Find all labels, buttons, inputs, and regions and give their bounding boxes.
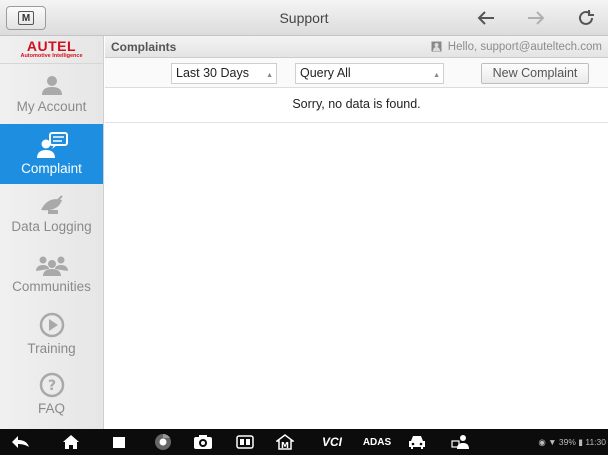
empty-state-message: Sorry, no data is found.: [105, 88, 608, 123]
sidebar-item-my-account[interactable]: My Account: [0, 64, 103, 124]
vehicle-icon[interactable]: [404, 429, 430, 455]
main-panel: Complaints Hello, support@auteltech.com …: [105, 36, 608, 429]
autel-home-icon[interactable]: M: [272, 429, 298, 455]
section-header: Complaints Hello, support@auteltech.com: [105, 36, 608, 58]
sidebar-item-label: Complaint: [21, 161, 82, 176]
sidebar-item-label: Data Logging: [11, 219, 92, 234]
forward-arrow-icon[interactable]: [524, 6, 548, 30]
play-icon: [39, 312, 64, 338]
question-icon: ?: [39, 372, 64, 398]
vci-manager-icon[interactable]: [232, 429, 258, 455]
recent-apps-icon[interactable]: [106, 429, 132, 455]
title-bar: M Support: [0, 0, 608, 36]
system-taskbar: M VCI ADAS ◉ ▼ 39% ▮ 11:30: [0, 429, 608, 455]
chrome-browser-icon[interactable]: [150, 429, 176, 455]
dropdown-caret-icon: ▲: [433, 72, 440, 79]
sidebar-item-label: Training: [27, 341, 76, 356]
sidebar-item-complaint[interactable]: Complaint: [0, 124, 103, 184]
vci-icon[interactable]: VCI: [312, 429, 352, 455]
query-select[interactable]: Query All ▲: [295, 63, 444, 84]
sidebar-item-training[interactable]: Training: [0, 304, 103, 364]
user-greeting: Hello, support@auteltech.com: [447, 40, 602, 53]
period-select[interactable]: Last 30 Days ▲: [171, 63, 277, 84]
battery-icon: ▮: [578, 437, 583, 447]
query-select-value: Query All: [300, 66, 351, 80]
adas-label: ADAS: [362, 436, 392, 448]
period-select-value: Last 30 Days: [176, 66, 249, 80]
group-icon: [35, 256, 68, 276]
refresh-icon[interactable]: [574, 6, 598, 30]
status-area: ◉ ▼ 39% ▮ 11:30: [538, 429, 606, 455]
back-icon[interactable]: [8, 429, 34, 455]
svg-text:M: M: [281, 441, 289, 450]
satellite-dish-icon: [40, 195, 63, 214]
section-title: Complaints: [111, 39, 177, 54]
sidebar-item-data-logging[interactable]: Data Logging: [0, 184, 103, 244]
battery-level: 39%: [558, 437, 576, 447]
svg-text:?: ?: [47, 378, 55, 394]
autel-logo: AUTEL Automotive Intelligence: [0, 36, 103, 64]
remote-expert-icon[interactable]: [448, 429, 474, 455]
dropdown-caret-icon: ▲: [266, 72, 273, 79]
vci-label: VCI: [321, 435, 342, 449]
brand-name: AUTEL: [26, 38, 77, 54]
back-arrow-icon[interactable]: [474, 6, 498, 30]
sidebar-item-label: FAQ: [37, 401, 65, 416]
sidebar-item-label: My Account: [16, 99, 87, 114]
sidebar-item-label: Communities: [12, 279, 91, 294]
camera-icon[interactable]: [190, 429, 216, 455]
account-card-icon: [431, 41, 442, 52]
home-icon[interactable]: [58, 429, 84, 455]
new-complaint-button[interactable]: New Complaint: [481, 63, 589, 84]
sidebar-item-communities[interactable]: Communities: [0, 244, 103, 304]
sidebar: AUTEL Automotive Intelligence My Account…: [0, 36, 104, 429]
clock: 11:30: [585, 437, 606, 447]
chat-user-icon: [36, 132, 68, 158]
sidebar-item-faq[interactable]: ? FAQ: [0, 364, 103, 424]
window-title: Support: [279, 10, 329, 26]
filter-bar: Last 30 Days ▲ Query All ▲ New Complaint: [105, 58, 608, 88]
signal-icon: ◉ ▼: [538, 437, 557, 447]
adas-icon[interactable]: ADAS: [358, 429, 396, 455]
user-icon: [41, 76, 62, 95]
brand-tagline: Automotive Intelligence: [20, 53, 83, 59]
